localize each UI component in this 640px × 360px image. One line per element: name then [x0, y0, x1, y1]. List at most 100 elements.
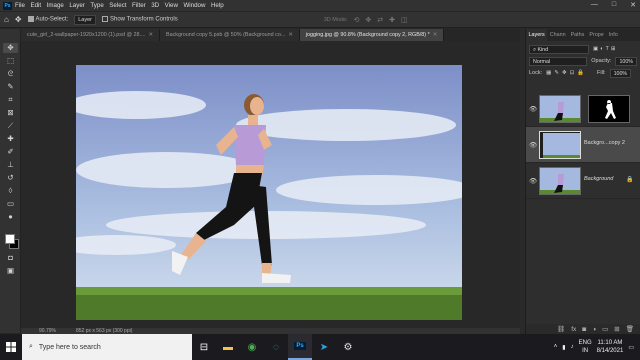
- tab-document-3[interactable]: jogging.jpg @ 90.8% (Background copy 2, …: [299, 29, 445, 41]
- move-icon[interactable]: ✥: [3, 43, 18, 53]
- filter-icons[interactable]: ▣◐T⊞: [593, 46, 618, 52]
- lock-icon: 🔒: [626, 177, 634, 183]
- menu-view[interactable]: View: [165, 2, 178, 9]
- chevron-up-icon[interactable]: ˄: [554, 344, 558, 350]
- photoshop-logo-icon[interactable]: Ps: [3, 1, 12, 10]
- move-tool-icon[interactable]: ✥: [15, 15, 22, 24]
- close-icon[interactable]: ✕: [630, 1, 636, 9]
- network-icon[interactable]: ▮: [562, 344, 565, 351]
- tools-panel: ✥ ⬚ ᘓ ✎ ⌗ ⊠ ⟋ ✚ ✐ ⊥ ↺ ◊ ▭ ● ◐ ◘ ▣: [0, 29, 21, 333]
- adjustment-icon[interactable]: ◑: [592, 326, 596, 333]
- task-view-icon[interactable]: ⊟: [192, 334, 216, 360]
- gradient-icon[interactable]: ▭: [3, 199, 18, 209]
- menu-file[interactable]: File: [15, 2, 25, 9]
- new-layer-icon[interactable]: ⊞: [614, 325, 619, 333]
- quick-mask-icon[interactable]: ◘: [3, 253, 18, 263]
- fill-label: Fill:: [597, 70, 606, 76]
- tab-document-1[interactable]: cute_girl_2-wallpaper-1920x1200 (1).psd …: [21, 29, 160, 41]
- layer-thumbnail: [539, 131, 581, 159]
- add-mask-icon[interactable]: ◙: [582, 326, 586, 333]
- eraser-icon[interactable]: ◊: [3, 186, 18, 196]
- show-transform-option[interactable]: Show Transform Controls: [102, 16, 178, 23]
- menu-edit[interactable]: Edit: [30, 2, 41, 9]
- opacity-input[interactable]: 100%: [615, 56, 637, 66]
- document-tabs: cute_girl_2-wallpaper-1920x1200 (1).psd …: [21, 29, 520, 41]
- clock[interactable]: 11:10 AM 8/14/2021: [597, 339, 624, 355]
- maximize-icon[interactable]: □: [612, 1, 616, 9]
- telegram-icon[interactable]: ➤: [312, 334, 336, 360]
- frame-icon[interactable]: ⊠: [3, 108, 18, 118]
- tab-info[interactable]: Info: [606, 29, 620, 41]
- settings-icon[interactable]: ⚙: [336, 334, 360, 360]
- healing-icon[interactable]: ✚: [3, 134, 18, 144]
- auto-select-target-dropdown[interactable]: Layer: [74, 14, 96, 25]
- menu-3d[interactable]: 3D: [151, 2, 159, 9]
- tab-layers[interactable]: Layers: [526, 29, 548, 41]
- file-explorer-icon[interactable]: ▬: [216, 334, 240, 360]
- menu-layer[interactable]: Layer: [69, 2, 84, 9]
- screen-mode-icon[interactable]: ▣: [3, 266, 18, 276]
- jogging-photo: [76, 65, 462, 320]
- quick-select-icon[interactable]: ✎: [3, 82, 18, 92]
- language-indicator[interactable]: ENG IN: [579, 339, 592, 355]
- close-icon[interactable]: ✕: [288, 32, 293, 38]
- lock-label: Lock:: [529, 70, 543, 76]
- history-brush-icon[interactable]: ↺: [3, 173, 18, 183]
- link-icon[interactable]: ⛓: [557, 325, 565, 333]
- volume-icon[interactable]: ♪: [571, 344, 574, 350]
- crop-icon[interactable]: ⌗: [3, 95, 18, 105]
- eye-icon[interactable]: 👁: [529, 141, 537, 149]
- blend-mode-dropdown[interactable]: Normal: [529, 56, 588, 66]
- layer-row-background-copy-2[interactable]: 👁 Backgro...copy 2: [526, 127, 640, 163]
- menu-filter[interactable]: Filter: [132, 2, 146, 9]
- minimize-icon[interactable]: —: [591, 1, 598, 9]
- layer-thumbnail: [539, 167, 581, 195]
- notification-icon[interactable]: ▭: [628, 344, 634, 351]
- tab-properties[interactable]: Prope: [587, 29, 606, 41]
- eyedropper-icon[interactable]: ⟋: [3, 121, 18, 131]
- menu-image[interactable]: Image: [47, 2, 64, 9]
- taskbar: ⌕ Type here to search ⊟ ▬ ◉ ◌ Ps ➤ ⚙ ˄ ▮…: [0, 334, 640, 360]
- menu-window[interactable]: Window: [183, 2, 205, 9]
- close-icon[interactable]: ✕: [433, 32, 438, 38]
- show-transform-checkbox[interactable]: [102, 16, 108, 23]
- auto-select-option[interactable]: Auto-Select:: [27, 16, 68, 23]
- lasso-icon[interactable]: ᘓ: [3, 69, 18, 79]
- eye-icon[interactable]: 👁: [529, 177, 537, 185]
- marquee-icon[interactable]: ⬚: [3, 56, 18, 66]
- opacity-label: Opacity:: [591, 58, 612, 64]
- tab-channels[interactable]: Chann: [547, 29, 568, 41]
- foreground-color-swatch[interactable]: [5, 234, 15, 244]
- search-placeholder: Type here to search: [38, 343, 101, 351]
- layer-name: Backgro...copy 2: [584, 140, 625, 146]
- stamp-icon[interactable]: ⊥: [3, 160, 18, 170]
- tab-document-2[interactable]: Background copy 5.psb @ 50% (Background …: [159, 29, 300, 41]
- group-icon[interactable]: ▭: [602, 325, 608, 333]
- menu-select[interactable]: Select: [109, 2, 126, 9]
- edge-icon[interactable]: ◌: [264, 334, 288, 360]
- layer-filter-dropdown[interactable]: ⌕ Kind: [529, 44, 589, 54]
- layer-row-background[interactable]: 👁 Background 🔒: [526, 163, 640, 199]
- chrome-icon[interactable]: ◉: [240, 334, 264, 360]
- windows-start-icon[interactable]: [0, 334, 22, 360]
- layer-mask-thumbnail[interactable]: [588, 95, 630, 123]
- home-icon[interactable]: ⌂: [4, 15, 9, 24]
- close-icon[interactable]: ✕: [148, 32, 153, 38]
- brush-icon[interactable]: ✐: [3, 147, 18, 157]
- fill-input[interactable]: 100%: [609, 68, 632, 78]
- document-canvas[interactable]: [76, 65, 462, 320]
- mode-3d-icons[interactable]: ⟲✥⇄✚◫: [354, 16, 414, 24]
- eye-icon[interactable]: 👁: [529, 105, 537, 113]
- photoshop-icon[interactable]: Ps: [288, 334, 312, 360]
- fx-icon[interactable]: fx: [571, 326, 576, 333]
- auto-select-checkbox[interactable]: [27, 16, 34, 23]
- lock-icons[interactable]: ▦✎✥⊡🔒: [546, 70, 587, 76]
- taskbar-search[interactable]: ⌕ Type here to search: [22, 334, 192, 360]
- tab-paths[interactable]: Paths: [568, 29, 587, 41]
- blur-icon[interactable]: ●: [3, 212, 18, 222]
- menu-type[interactable]: Type: [90, 2, 103, 9]
- menu-help[interactable]: Help: [211, 2, 224, 9]
- layer-row-masked[interactable]: 👁: [526, 91, 640, 127]
- trash-icon[interactable]: 🗑: [626, 325, 634, 333]
- panel-tabs: Layers Chann Paths Prope Info: [526, 29, 640, 41]
